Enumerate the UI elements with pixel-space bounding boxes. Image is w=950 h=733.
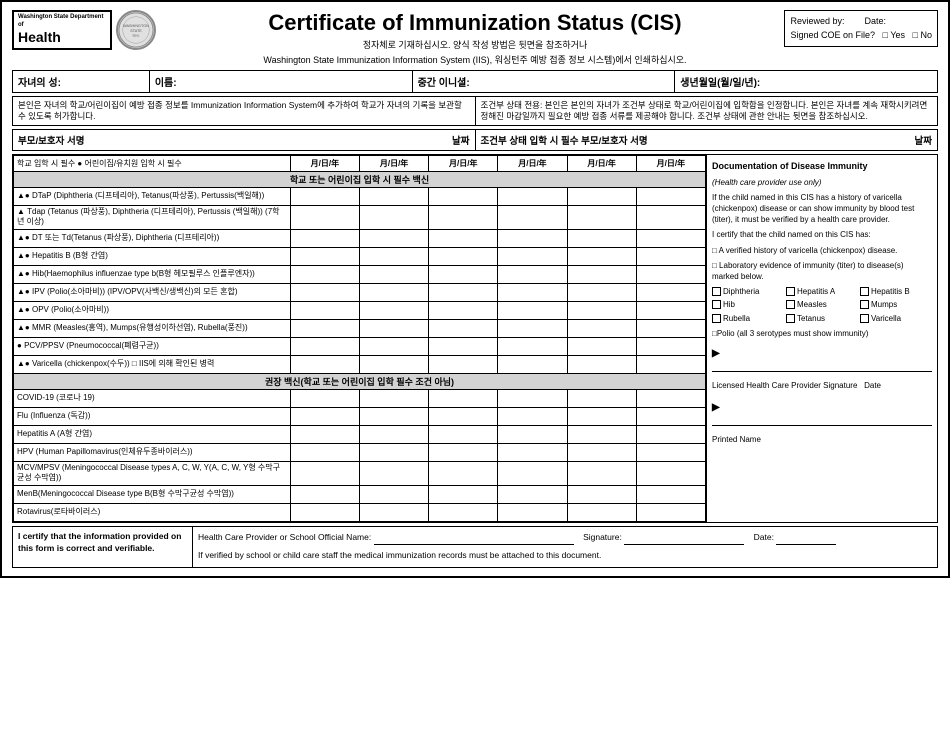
provider-name-row: Health Care Provider or School Official …: [198, 531, 932, 546]
arrow-icon-1: ▶: [712, 347, 720, 361]
disease-checkbox-grid: DiphtheriaHepatitis AHepatitis B HibMeasl…: [712, 286, 932, 324]
provider-sig-block: ▶ Licensed Health Care Provider Signatur…: [712, 347, 932, 445]
checkbox-input[interactable]: [860, 287, 869, 296]
conditional-sig-cell: 조건부 상태 입학 시 필수 부모/보호자 서명 날짜: [476, 130, 938, 150]
header: Washington State Department of Health WA…: [12, 10, 938, 66]
footer-certify: I certify that the information provided …: [13, 527, 193, 567]
table-row: COVID-19 (코로나 19): [14, 389, 706, 407]
printed-name-label: Printed Name: [712, 434, 932, 445]
disease-checkbox-item: Hepatitis B: [860, 286, 932, 297]
footer: I certify that the information provided …: [12, 526, 938, 568]
disease-checkbox-item: Mumps: [860, 299, 932, 310]
first-name-field: 이름:: [150, 71, 413, 92]
header-logo: Washington State Department of Health WA…: [12, 10, 156, 50]
panel-subtitle: (Health care provider use only): [712, 177, 932, 188]
checkbox-input[interactable]: [712, 300, 721, 309]
page-container: Washington State Department of Health WA…: [0, 0, 950, 578]
disease-checkbox-item: Tetanus: [786, 313, 858, 324]
disease-checkbox-item: Hepatitis A: [786, 286, 858, 297]
table-row: ● PCV/PPSV (Pneumococcal(폐렴구균)): [14, 337, 706, 355]
recommended-section-header: 권장 백신(학교 또는 어린이집 입학 필수 조건 아님): [14, 373, 706, 389]
footer-right: Health Care Provider or School Official …: [193, 527, 937, 567]
info-left: 본인은 자녀의 학교/어린이집이 예방 접종 정보를 Immunization …: [13, 97, 476, 125]
yes-checkbox[interactable]: □: [883, 30, 888, 40]
main-layout: 학교 입학 시 필수 ● 어린이집/유치원 입학 시 필수 月/日/年 月/日/…: [12, 154, 938, 523]
checkbox-input[interactable]: [860, 314, 869, 323]
table-header-label: 학교 입학 시 필수 ● 어린이집/유치원 입학 시 필수: [14, 156, 291, 172]
state-seal: WASHINGTON STATE SEAL: [116, 10, 156, 50]
required-section-header: 학교 또는 어린이집 입학 시 필수 백신: [14, 172, 706, 188]
provider-sig-label: Licensed Health Care Provider Signature …: [712, 380, 932, 391]
signature-row: 부모/보호자 서명 날짜 조건부 상태 입학 시 필수 부모/보호자 서명 날짜: [12, 129, 938, 151]
disease-checkbox-item: Measles: [786, 299, 858, 310]
header-center: Certificate of Immunization Status (CIS)…: [263, 10, 686, 66]
reviewed-box: Reviewed by: Date: Signed COE on File? □…: [784, 10, 938, 47]
arrow-row-1: ▶: [712, 347, 932, 361]
panel-title: Documentation of Disease Immunity: [712, 160, 932, 173]
subtitle-english: Washington State Immunization Informatio…: [263, 53, 686, 66]
svg-text:STATE: STATE: [130, 29, 142, 33]
date-col-5: 月/日/年: [567, 156, 636, 172]
date-col-2: 月/日/年: [359, 156, 428, 172]
table-row: ▲● DTaP (Diphtheria (디프테리아), Tetanus(파상풍…: [14, 188, 706, 206]
table-row: Rotavirus(로타바이러스): [14, 503, 706, 521]
arrow-icon-2: ▶: [712, 401, 720, 415]
date-col-3: 月/日/年: [429, 156, 498, 172]
checkbox-input[interactable]: [786, 287, 795, 296]
table-row: ▲● Hepatitis B (B형 간염): [14, 247, 706, 265]
page-title: Certificate of Immunization Status (CIS): [263, 10, 686, 36]
table-row: ▲● DT 또는 Td(Tetanus (파상풍), Diphtheria (디…: [14, 229, 706, 247]
printed-name-line: [712, 425, 932, 426]
reviewed-line: Reviewed by: Date:: [790, 14, 932, 28]
date-col-4: 月/日/年: [498, 156, 567, 172]
panel-item2: □ Laboratory evidence of immunity (titer…: [712, 260, 932, 282]
table-row: ▲● Hib(Haemophilus influenzae type b(B형 …: [14, 265, 706, 283]
arrow-row-2: ▶: [712, 401, 932, 415]
date-col-1: 月/日/年: [290, 156, 359, 172]
panel-item1: □ A verified history of varicella (chick…: [712, 245, 932, 256]
checkbox-input[interactable]: [786, 300, 795, 309]
table-row: ▲ Tdap (Tetanus (파상풍), Diphtheria (디프테리아…: [14, 206, 706, 230]
footer-verified-text: If verified by school or child care staf…: [198, 549, 932, 563]
table-row: ▲● Varicella (chickenpox(수두)) □ IIS에 의해 …: [14, 355, 706, 373]
polio-note: □Polio (all 3 serotypes must show immuni…: [712, 328, 932, 339]
vaccine-table-col: 학교 입학 시 필수 ● 어린이집/유치원 입학 시 필수 月/日/年 月/日/…: [13, 155, 707, 522]
signed-coe-line: Signed COE on File? □ Yes □ No: [790, 28, 932, 42]
info-section: 본인은 자녀의 학교/어린이집이 예방 접종 정보를 Immunization …: [12, 96, 938, 126]
middle-initial-field: 중간 이니셜:: [413, 71, 676, 92]
table-row: Hepatitis A (A형 간염): [14, 425, 706, 443]
table-row: Flu (Influenza (독감)): [14, 407, 706, 425]
table-row: ▲● OPV (Polio(소아마비)): [14, 301, 706, 319]
disease-checkbox-item: Hib: [712, 299, 784, 310]
checkbox-input[interactable]: [712, 314, 721, 323]
table-row: MenB(Meningococcal Disease type B(B형 수막구…: [14, 485, 706, 503]
info-right: 조건부 상태 전용: 본인은 본인의 자녀가 조건부 상태로 학교/어린이집에 …: [476, 97, 938, 125]
table-row: MCV/MPSV (Meningococcal Disease types A,…: [14, 461, 706, 485]
logo-text: Washington State Department of Health: [12, 10, 112, 49]
date-col-6: 月/日/年: [636, 156, 705, 172]
disease-checkbox-item: Rubella: [712, 313, 784, 324]
disease-checkbox-item: Diphtheria: [712, 286, 784, 297]
vaccine-table: 학교 입학 시 필수 ● 어린이집/유치원 입학 시 필수 月/日/年 月/日/…: [13, 155, 706, 522]
last-name-field: 자녀의 성:: [13, 71, 150, 92]
disease-checkbox-item: Varicella: [860, 313, 932, 324]
subtitle-korean: 정자체로 기재하십시오. 양식 작성 방법은 뒷면을 참조하거나: [263, 38, 686, 51]
checkbox-input[interactable]: [712, 287, 721, 296]
dob-field: 생년월일(월/일/년):: [675, 71, 937, 92]
right-panel: Documentation of Disease Immunity (Healt…: [707, 155, 937, 522]
table-row: HPV (Human Papillomavirus(인체유두종바이러스)): [14, 443, 706, 461]
checkbox-input[interactable]: [786, 314, 795, 323]
provider-sig-line: [712, 371, 932, 372]
svg-text:SEAL: SEAL: [132, 34, 140, 38]
panel-body2: I certify that the child named on this C…: [712, 229, 932, 240]
table-row: ▲● IPV (Polio(소아마비)) (IPV/OPV(사백신/생백신)의 …: [14, 283, 706, 301]
table-row: ▲● MMR (Measles(홍역), Mumps(유행성이하선염), Rub…: [14, 319, 706, 337]
panel-body1: If the child named in this CIS has a his…: [712, 192, 932, 226]
parent-sig-cell: 부모/보호자 서명 날짜: [13, 130, 476, 150]
svg-text:WASHINGTON: WASHINGTON: [123, 24, 149, 28]
checkbox-input[interactable]: [860, 300, 869, 309]
fields-row: 자녀의 성: 이름: 중간 이니셜: 생년월일(월/일/년):: [12, 70, 938, 93]
no-checkbox[interactable]: □: [913, 30, 918, 40]
